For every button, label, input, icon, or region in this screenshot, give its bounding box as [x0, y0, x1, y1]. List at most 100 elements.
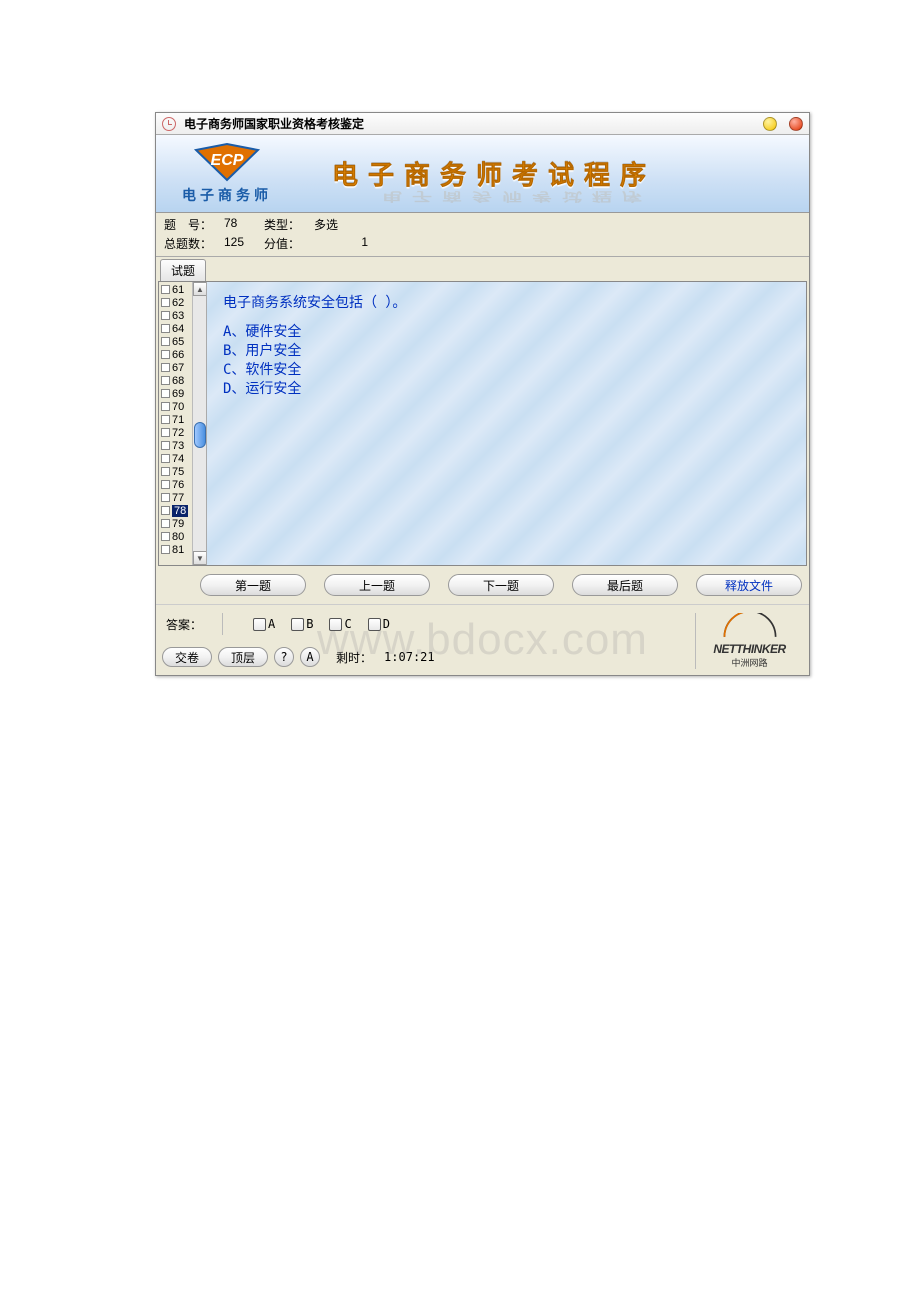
- a-button[interactable]: A: [300, 647, 320, 667]
- qlist-number: 61: [172, 284, 184, 296]
- checkbox-icon[interactable]: [161, 311, 170, 320]
- question-list: 6162636465666768697071727374757677787980…: [159, 282, 207, 565]
- qlist-number: 70: [172, 401, 184, 413]
- first-button[interactable]: 第一题: [200, 574, 306, 596]
- info-bar: 题 号： 78 类型： 多选 总题数： 125 分值： 1: [156, 213, 809, 257]
- lower-panel: www.bdocx.com 答案： A B C D 交卷 顶层 ? A 剩时： …: [156, 604, 809, 675]
- last-button[interactable]: 最后题: [572, 574, 678, 596]
- qlist-item-72[interactable]: 72: [159, 426, 193, 439]
- qlist-number: 65: [172, 336, 184, 348]
- qlist-item-81[interactable]: 81: [159, 543, 193, 556]
- close-button[interactable]: [789, 117, 803, 131]
- option-c: C、软件安全: [223, 361, 790, 380]
- qlist-item-77[interactable]: 77: [159, 491, 193, 504]
- qlist-item-64[interactable]: 64: [159, 322, 193, 335]
- scroll-up-icon[interactable]: ▲: [193, 282, 207, 296]
- checkbox-icon[interactable]: [161, 532, 170, 541]
- checkbox-icon[interactable]: [161, 428, 170, 437]
- type-value: 多选: [314, 216, 374, 233]
- question-body: 电子商务系统安全包括（ ）。 A、硬件安全 B、用户安全 C、软件安全 D、运行…: [207, 282, 806, 565]
- checkbox-icon[interactable]: [161, 389, 170, 398]
- qlist-item-68[interactable]: 68: [159, 374, 193, 387]
- brand-sub: 中洲网路: [731, 656, 767, 669]
- qlist-number: 66: [172, 349, 184, 361]
- qlist-item-70[interactable]: 70: [159, 400, 193, 413]
- qlist-number: 63: [172, 310, 184, 322]
- option-b: B、用户安全: [223, 342, 790, 361]
- checkbox-icon[interactable]: [161, 454, 170, 463]
- qlist-number: 74: [172, 453, 184, 465]
- type-label: 类型：: [264, 216, 314, 233]
- qlist-item-67[interactable]: 67: [159, 361, 193, 374]
- qlist-item-61[interactable]: 61: [159, 283, 193, 296]
- checkbox-icon[interactable]: [161, 415, 170, 424]
- tab-question[interactable]: 试题: [160, 259, 206, 281]
- checkbox-icon[interactable]: [161, 402, 170, 411]
- svg-text:ECP: ECP: [211, 152, 244, 169]
- checkbox-icon[interactable]: [161, 324, 170, 333]
- help-button[interactable]: ?: [274, 647, 294, 667]
- qlist-number: 80: [172, 531, 184, 543]
- checkbox-icon[interactable]: [161, 493, 170, 502]
- qlist-number: 79: [172, 518, 184, 530]
- logo: ECP 电子商务师: [182, 142, 272, 205]
- answer-checkbox-c[interactable]: C: [329, 617, 351, 631]
- top-button[interactable]: 顶层: [218, 647, 268, 667]
- checkbox-icon[interactable]: [161, 376, 170, 385]
- qlist-item-66[interactable]: 66: [159, 348, 193, 361]
- submit-button[interactable]: 交卷: [162, 647, 212, 667]
- prev-button[interactable]: 上一题: [324, 574, 430, 596]
- titlebar: 电子商务师国家职业资格考核鉴定: [156, 113, 809, 135]
- release-button[interactable]: 释放文件: [696, 574, 802, 596]
- checkbox-icon[interactable]: [161, 480, 170, 489]
- qlist-item-75[interactable]: 75: [159, 465, 193, 478]
- content-area: 6162636465666768697071727374757677787980…: [158, 281, 807, 566]
- qlist-item-62[interactable]: 62: [159, 296, 193, 309]
- separator: [222, 613, 223, 635]
- checkbox-icon[interactable]: [161, 285, 170, 294]
- scroll-down-icon[interactable]: ▼: [193, 551, 207, 565]
- checkbox-icon[interactable]: [161, 545, 170, 554]
- banner-title: 电子商务师考试程序: [332, 155, 656, 192]
- total-value: 125: [224, 235, 264, 252]
- answer-checkbox-d[interactable]: D: [368, 617, 390, 631]
- checkbox-icon[interactable]: [161, 337, 170, 346]
- qlist-item-80[interactable]: 80: [159, 530, 193, 543]
- q-no-value: 78: [224, 216, 264, 233]
- qlist-item-78[interactable]: 78: [159, 504, 193, 517]
- qlist-number: 75: [172, 466, 184, 478]
- qlist-item-69[interactable]: 69: [159, 387, 193, 400]
- total-label: 总题数：: [164, 235, 224, 252]
- qlist-item-71[interactable]: 71: [159, 413, 193, 426]
- qlist-item-63[interactable]: 63: [159, 309, 193, 322]
- qlist-number: 81: [172, 544, 184, 556]
- checkbox-icon[interactable]: [161, 441, 170, 450]
- checkbox-icon[interactable]: [161, 467, 170, 476]
- banner-reflection: 电子商务师考试程序: [382, 189, 652, 206]
- next-button[interactable]: 下一题: [448, 574, 554, 596]
- checkbox-icon[interactable]: [161, 350, 170, 359]
- brand-arc-icon: [710, 613, 790, 642]
- qlist-number: 64: [172, 323, 184, 335]
- checkbox-icon[interactable]: [161, 519, 170, 528]
- answer-choices: A B C D: [253, 617, 390, 631]
- checkbox-icon[interactable]: [161, 506, 170, 515]
- qlist-item-74[interactable]: 74: [159, 452, 193, 465]
- qlist-number: 73: [172, 440, 184, 452]
- checkbox-icon[interactable]: [161, 298, 170, 307]
- qlist-item-73[interactable]: 73: [159, 439, 193, 452]
- brand-logo: NETTHINKER 中洲网路: [695, 613, 803, 669]
- answer-checkbox-a[interactable]: A: [253, 617, 275, 631]
- answer-checkbox-b[interactable]: B: [291, 617, 313, 631]
- scroll-thumb[interactable]: [194, 422, 206, 448]
- qlist-number: 69: [172, 388, 184, 400]
- timer-value: 1:07:21: [384, 650, 435, 664]
- qlist-number: 71: [172, 414, 184, 426]
- checkbox-icon[interactable]: [161, 363, 170, 372]
- scrollbar[interactable]: ▲ ▼: [192, 282, 206, 565]
- timer-label: 剩时：: [336, 649, 372, 666]
- qlist-item-76[interactable]: 76: [159, 478, 193, 491]
- qlist-item-65[interactable]: 65: [159, 335, 193, 348]
- qlist-item-79[interactable]: 79: [159, 517, 193, 530]
- minimize-button[interactable]: [763, 117, 777, 131]
